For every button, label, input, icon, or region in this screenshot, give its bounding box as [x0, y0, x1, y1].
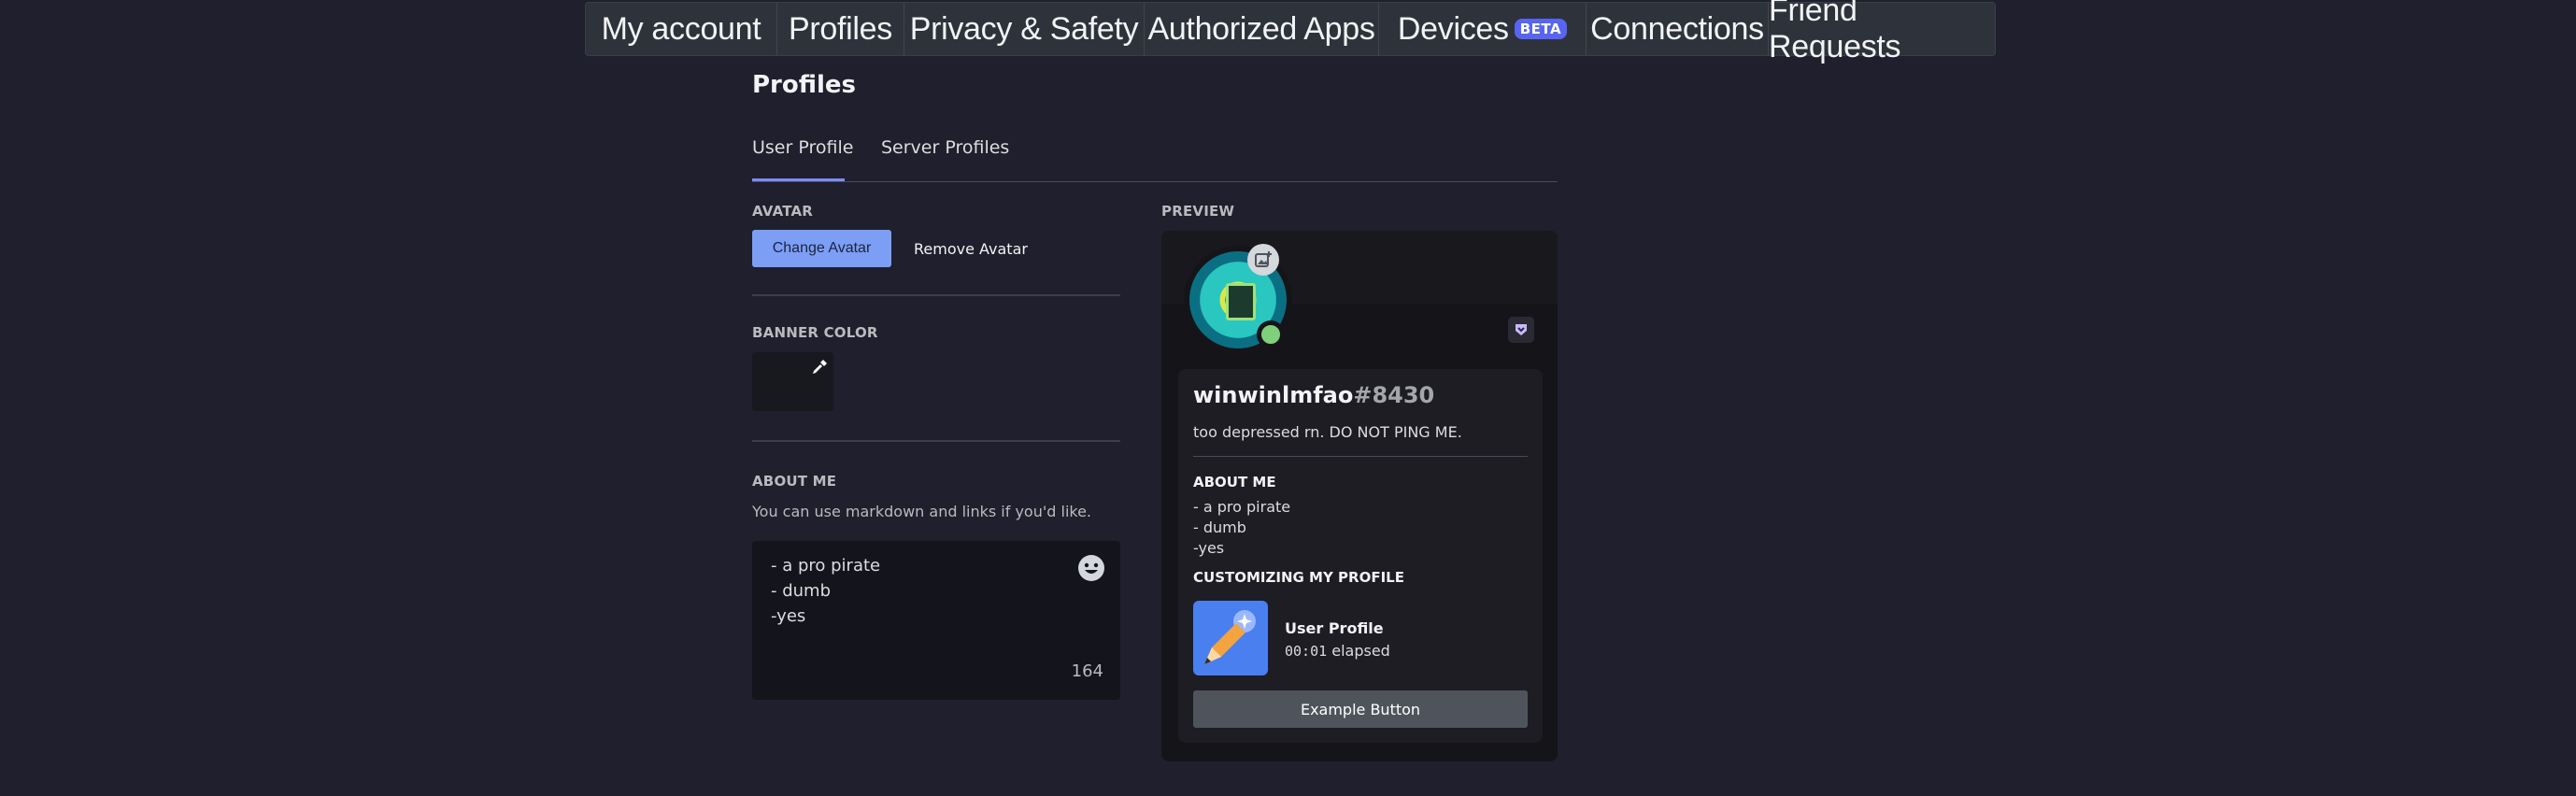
tabs-divider	[752, 181, 1558, 182]
activity-pencil-icon	[1193, 601, 1268, 675]
avatar-label: AVATAR	[752, 203, 814, 220]
avatar-emblem	[1226, 283, 1256, 320]
tab-connections[interactable]: Connections	[1587, 3, 1769, 55]
username: winwinlmfao#8430	[1193, 382, 1434, 408]
username-text: winwinlmfao	[1193, 382, 1354, 408]
page-title: Profiles	[752, 71, 857, 99]
section-divider	[752, 294, 1120, 296]
settings-tab-bar: My account Profiles Privacy & Safety Aut…	[585, 0, 1996, 64]
preview-about-line: - dumb	[1193, 519, 1246, 536]
preview-about-line: - a pro pirate	[1193, 498, 1291, 516]
tab-label: Profiles	[789, 10, 892, 47]
activity-elapsed: 00:01 elapsed	[1285, 642, 1390, 660]
tab-my-account[interactable]: My account	[586, 3, 777, 55]
tab-label: Privacy & Safety	[909, 10, 1139, 47]
tab-label: Devices	[1397, 10, 1509, 47]
preview-about-line: -yes	[1193, 539, 1225, 557]
elapsed-time: 00:01	[1285, 643, 1328, 660]
about-line: - a pro pirate	[771, 556, 881, 576]
activity-title: User Profile	[1285, 619, 1384, 637]
discriminator: #8430	[1353, 382, 1435, 408]
emoji-picker-icon[interactable]	[1076, 553, 1106, 583]
remove-avatar-button[interactable]: Remove Avatar	[904, 230, 1037, 267]
tab-label: Connections	[1590, 10, 1764, 47]
tab-devices[interactable]: Devices BETA	[1379, 3, 1587, 55]
banner-color-label: BANNER COLOR	[752, 324, 878, 341]
about-line: -yes	[771, 606, 806, 626]
example-button[interactable]: Example Button	[1193, 690, 1528, 728]
online-status-indicator	[1257, 320, 1285, 348]
eyedropper-icon	[813, 360, 827, 374]
character-counter: 164	[1071, 661, 1103, 681]
nitro-badge-icon	[1508, 317, 1534, 343]
about-me-hint: You can use markdown and links if you'd …	[752, 503, 1092, 520]
section-divider	[752, 440, 1120, 442]
profile-preview-card: winwinlmfao#8430 too depressed rn. DO NO…	[1161, 231, 1558, 761]
tab-profiles[interactable]: Profiles	[777, 3, 904, 55]
tab-label: My account	[601, 10, 761, 47]
tab-friend-requests[interactable]: Friend Requests	[1769, 0, 1995, 64]
tab-label: Friend Requests	[1769, 0, 1901, 64]
about-me-textarea[interactable]: - a pro pirate - dumb -yes 164	[752, 541, 1120, 700]
about-me-label: ABOUT ME	[752, 473, 837, 490]
subtab-server-profiles[interactable]: Server Profiles	[881, 137, 1009, 158]
beta-badge: BETA	[1514, 19, 1568, 39]
panel-divider	[1193, 456, 1528, 457]
preview-about-me-label: ABOUT ME	[1193, 474, 1276, 490]
activity-label: CUSTOMIZING MY PROFILE	[1193, 569, 1404, 586]
banner-color-swatch[interactable]	[752, 352, 833, 411]
elapsed-suffix: elapsed	[1331, 642, 1390, 660]
tab-authorized-apps[interactable]: Authorized Apps	[1145, 3, 1379, 55]
preview-label: PREVIEW	[1161, 203, 1235, 220]
subtab-user-profile[interactable]: User Profile	[752, 137, 853, 158]
tab-label: Authorized Apps	[1147, 10, 1375, 47]
tab-privacy-safety[interactable]: Privacy & Safety	[904, 3, 1145, 55]
profile-info-panel: winwinlmfao#8430 too depressed rn. DO NO…	[1178, 369, 1543, 743]
change-avatar-button[interactable]: Change Avatar	[752, 230, 891, 267]
upload-image-icon[interactable]	[1247, 244, 1279, 276]
about-line: - dumb	[771, 581, 832, 601]
custom-status: too depressed rn. DO NOT PING ME.	[1193, 423, 1462, 441]
